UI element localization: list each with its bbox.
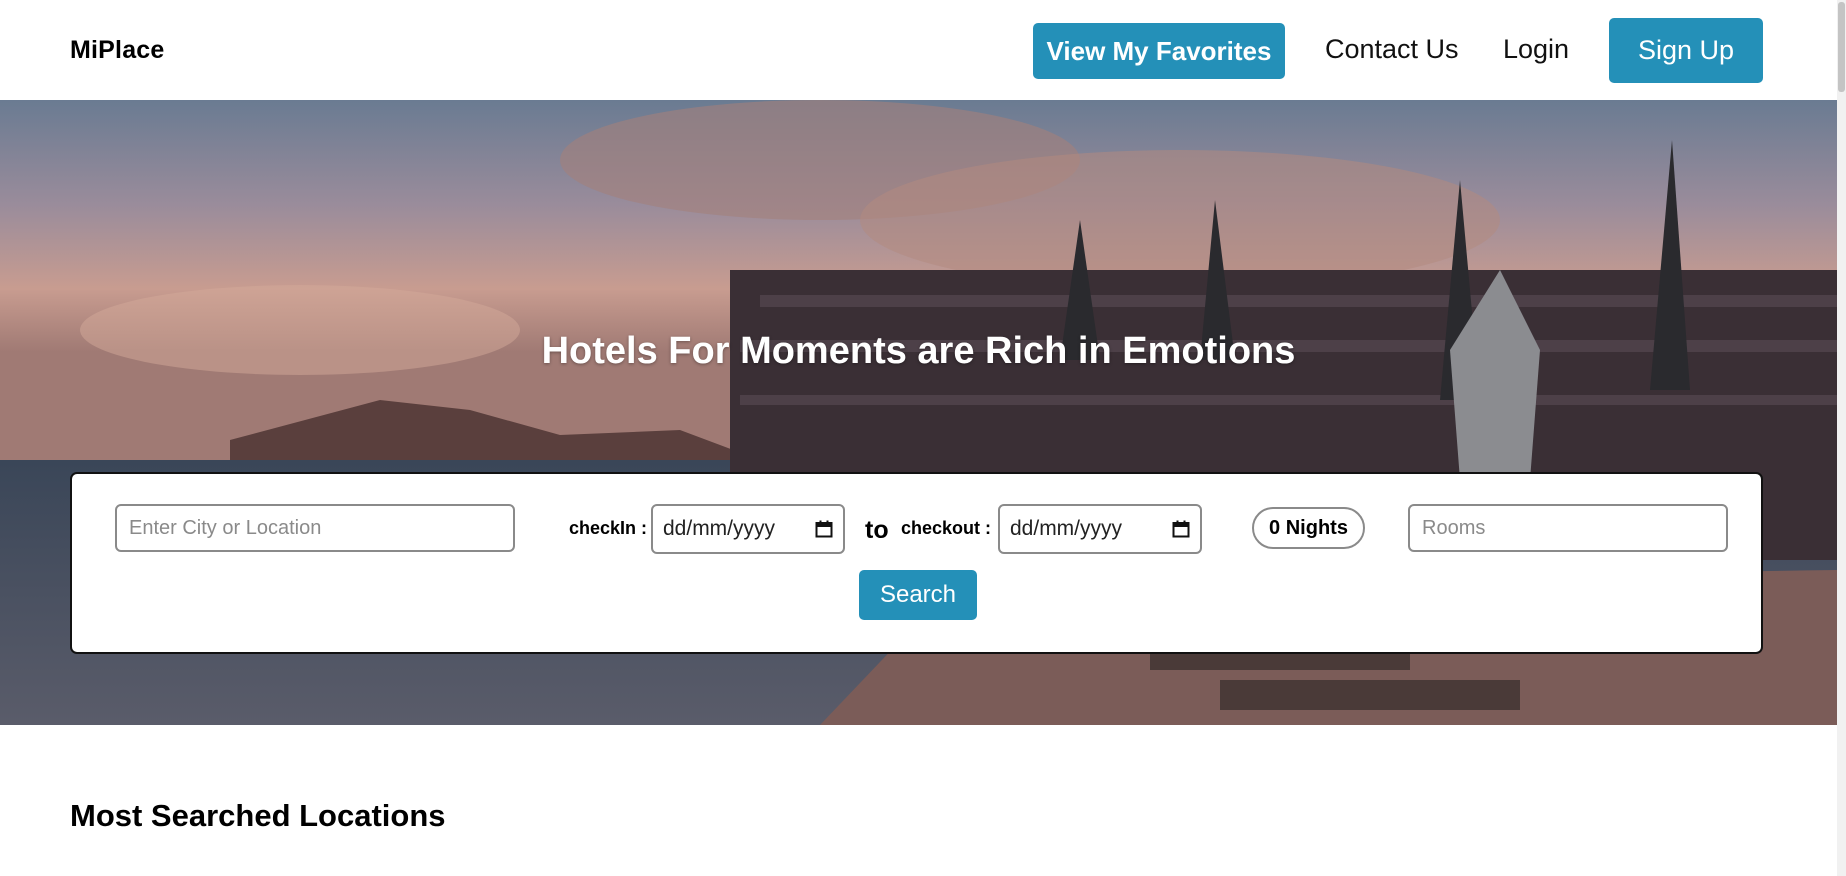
checkout-date-value: dd/mm/yyyy [1010,517,1123,540]
checkout-label: checkout : [901,518,992,538]
to-separator: to [865,516,889,544]
checkout-date-input[interactable]: dd/mm/yyyy [998,504,1202,554]
page-scrollbar[interactable] [1837,0,1846,876]
calendar-icon[interactable] [815,520,833,538]
contact-us-link[interactable]: Contact Us [1325,34,1459,65]
search-button[interactable]: Search [859,570,977,620]
brand-logo[interactable]: MiPlace [70,36,165,65]
scrollbar-thumb[interactable] [1838,2,1845,92]
nights-count-badge: 0 Nights [1252,507,1365,549]
most-searched-locations-title: Most Searched Locations [70,798,446,833]
search-panel: Enter City or Location checkIn : dd/mm/y… [70,472,1763,654]
checkin-date-input[interactable]: dd/mm/yyyy [651,504,845,554]
view-favorites-button[interactable]: View My Favorites [1033,23,1285,79]
checkin-label: checkIn : [569,518,648,538]
checkin-date-value: dd/mm/yyyy [663,517,776,540]
sign-up-button[interactable]: Sign Up [1609,18,1763,83]
top-navbar: MiPlace View My Favorites Contact Us Log… [0,0,1846,100]
rooms-input[interactable]: Rooms [1408,504,1728,552]
hero-title: Hotels For Moments are Rich in Emotions [541,330,1296,372]
city-location-input[interactable]: Enter City or Location [115,504,515,552]
login-link[interactable]: Login [1503,34,1569,65]
calendar-icon[interactable] [1172,520,1190,538]
